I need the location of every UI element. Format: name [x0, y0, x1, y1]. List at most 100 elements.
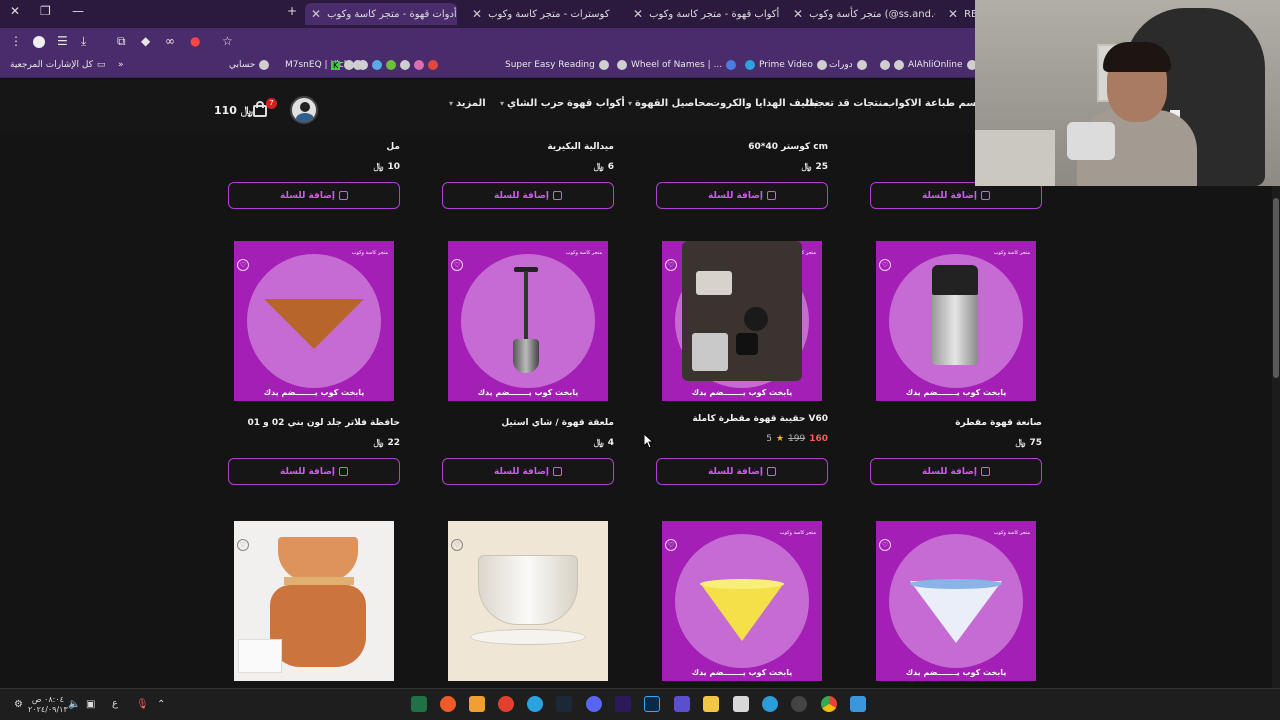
download-app-icon[interactable] [386, 60, 397, 70]
globe-icon[interactable] [400, 60, 411, 70]
add-to-cart-button[interactable]: إضافة للسلة [656, 182, 828, 209]
extensions-list-icon[interactable]: ☰ [57, 34, 68, 48]
bookmarks-more-icon[interactable]: » [118, 60, 124, 70]
add-to-cart-button[interactable]: إضافة للسلة [870, 182, 1042, 209]
product-name[interactable]: حافظة فلاتر جلد لون بني 02 و 01 [247, 418, 400, 428]
nav-item-gift-wrapping[interactable]: تغليف الهدايا والكروت [710, 98, 819, 109]
bookmark-all[interactable]: كل الإشارات المرجعية ▭ [10, 60, 105, 70]
store-icon[interactable] [733, 696, 749, 712]
product-image-v60-bag[interactable]: متجر كاسة وكوب ♡ يابخت كوب يـــــــضم يد… [662, 241, 822, 401]
nav-item-coffee-cups[interactable]: أكواب قهوة [567, 98, 625, 109]
product-name[interactable]: ميدالية البكيرية [547, 142, 614, 152]
globe-icon[interactable] [344, 60, 355, 70]
wishlist-heart-icon[interactable]: ♡ [237, 259, 249, 271]
volume-icon[interactable]: 🔈 [68, 699, 80, 710]
discord-icon[interactable] [586, 696, 602, 712]
close-tab-icon[interactable]: ✕ [948, 7, 958, 21]
tab-coffee-tools[interactable]: ✕ أدوات قهوة - متجر كاسة وكوب [305, 3, 457, 25]
wishlist-heart-icon[interactable]: ♡ [451, 539, 463, 551]
minimize-window-icon[interactable]: — [72, 4, 84, 18]
product-image-filter-holder[interactable]: متجر كاسة وكوب ♡ يابخت كوب يـــــــضم يد… [234, 241, 394, 401]
edge-icon[interactable] [762, 696, 778, 712]
tab-partial[interactable]: ✕ RED [944, 3, 975, 25]
brave-icon[interactable] [440, 696, 456, 712]
puzzle-icon[interactable]: ⧉ [117, 34, 126, 49]
clock[interactable]: ٠٨:٠٤ ص ٢٠٢٤/٠٩/١٣ [28, 695, 68, 715]
bookmark-alahli[interactable]: AlAhliOnline [880, 60, 977, 70]
file-explorer-icon[interactable] [703, 696, 719, 712]
extension-icon[interactable] [33, 36, 45, 48]
nav-item-tea-party[interactable]: ▾ حزب الشاي [500, 98, 564, 109]
wishlist-heart-icon[interactable]: ♡ [665, 259, 677, 271]
extension-dots-icon[interactable]: ∞ [165, 34, 175, 48]
product-name[interactable]: ملعقة قهوة / شاي استيل [501, 418, 614, 428]
scrollbar-thumb[interactable] [1273, 198, 1279, 378]
wishlist-heart-icon[interactable]: ♡ [451, 259, 463, 271]
network-icon[interactable]: ▣ [86, 699, 95, 710]
product-name[interactable]: مل [386, 142, 400, 152]
user-avatar[interactable] [290, 96, 318, 124]
close-tab-icon[interactable]: ✕ [633, 7, 643, 21]
globe-icon[interactable] [372, 60, 383, 70]
close-tab-icon[interactable]: ✕ [472, 7, 482, 21]
product-name[interactable]: حقيبة قهوة مقطرة كاملة V60 [692, 414, 828, 424]
app-icon[interactable] [469, 696, 485, 712]
nav-item-more[interactable]: ▾ المزيد [449, 98, 486, 109]
telegram-icon[interactable] [527, 696, 543, 712]
chrome-icon[interactable] [821, 696, 837, 712]
premiere-icon[interactable] [615, 696, 631, 712]
kick-icon[interactable]: K [331, 60, 341, 70]
product-name[interactable]: صانعة قهوة مقطرة [955, 418, 1042, 428]
globe-icon[interactable] [358, 60, 369, 70]
nav-item-coffee-crops[interactable]: ▾ محاصيل القهوة [628, 98, 711, 109]
bookmark-star-icon[interactable]: ☆ [222, 34, 233, 48]
close-tab-icon[interactable]: ✕ [793, 7, 803, 21]
product-image-blue-dripper[interactable]: متجر كاسة وكوب ♡ يابخت كوب يـــــــضم يد… [876, 521, 1036, 681]
app-icon[interactable] [428, 60, 439, 70]
product-image-coffee-maker[interactable]: متجر كاسة وكوب ♡ يابخت كوب يـــــــضم يد… [876, 241, 1036, 401]
close-window-icon[interactable]: ✕ [10, 4, 20, 18]
wishlist-heart-icon[interactable]: ♡ [665, 539, 677, 551]
tab-coffee-cups[interactable]: ✕ أكواب قهوة - متجر كاسة وكوب [627, 3, 779, 25]
language-indicator[interactable]: ع [112, 699, 118, 709]
windows-start-icon[interactable] [850, 696, 866, 712]
add-to-cart-button[interactable]: إضافة للسلة [870, 458, 1042, 485]
product-image-yellow-dripper[interactable]: متجر كاسة وكوب ♡ يابخت كوب يـــــــضم يد… [662, 521, 822, 681]
app-icon[interactable] [791, 696, 807, 712]
wishlist-heart-icon[interactable]: ♡ [879, 539, 891, 551]
shield-icon[interactable]: ◆ [141, 34, 150, 48]
settings-icon[interactable]: ⚙ [14, 699, 23, 710]
product-image-glass-dripper[interactable]: ♡ [448, 521, 608, 681]
wishlist-heart-icon[interactable]: ♡ [879, 259, 891, 271]
show-hidden-icons-icon[interactable]: ⌃ [157, 699, 165, 710]
app-icon[interactable] [674, 696, 690, 712]
restore-window-icon[interactable]: ❐ [40, 4, 51, 18]
app-icon[interactable] [498, 696, 514, 712]
bookmark-prime-video[interactable]: Prime Video [745, 60, 827, 70]
product-image-spoon[interactable]: متجر كاسة وكوب ♡ يابخت كوب يـــــــضم يد… [448, 241, 608, 401]
bookmark-wheel-of-names[interactable]: Wheel of Names | ... [617, 60, 737, 70]
product-name[interactable]: كوستر 40*60 cm [748, 142, 828, 152]
add-to-cart-button[interactable]: إضافة للسلة [228, 182, 400, 209]
bookmark-courses[interactable]: دورات [829, 60, 867, 70]
record-icon[interactable]: ● [190, 34, 200, 48]
excel-icon[interactable] [411, 696, 427, 712]
tab-tiktok-store[interactable]: ✕ متجر كأسة وكوب (@ss.and.cup) [787, 3, 935, 25]
menu-dots-icon[interactable]: ⋮ [10, 34, 22, 48]
add-to-cart-button[interactable]: إضافة للسلة [442, 458, 614, 485]
wishlist-heart-icon[interactable]: ♡ [237, 539, 249, 551]
add-to-cart-button[interactable]: إضافة للسلة [656, 458, 828, 485]
nav-item-mug-printing[interactable]: قسم طباعة الاكواب [885, 98, 983, 109]
steam-icon[interactable] [556, 696, 572, 712]
add-to-cart-button[interactable]: إضافة للسلة [228, 458, 400, 485]
microphone-icon[interactable]: 🎙 [136, 699, 149, 710]
photoshop-icon[interactable] [644, 696, 660, 712]
product-image-glass-server[interactable]: ♡ [234, 521, 394, 681]
new-tab-icon[interactable]: + [287, 4, 297, 18]
close-tab-icon[interactable]: ✕ [311, 7, 321, 21]
bookmark-my-account[interactable]: حسابي [229, 60, 270, 70]
tab-coasters[interactable]: ✕ كوسترات - متجر كاسة وكوب [466, 3, 618, 25]
bookmark-super-easy-reading[interactable]: Super Easy Reading [505, 60, 609, 70]
app-icon[interactable] [414, 60, 425, 70]
download-icon[interactable]: ⤓ [81, 34, 86, 49]
